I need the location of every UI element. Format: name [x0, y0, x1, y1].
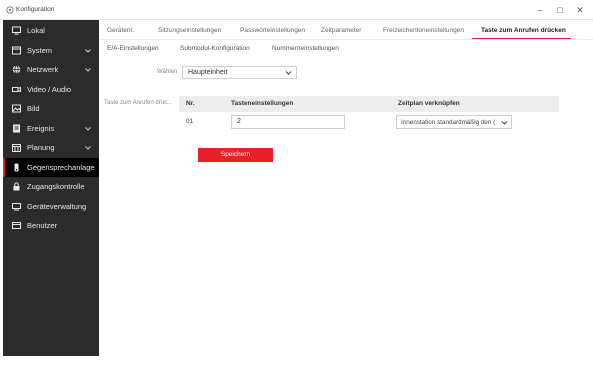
system-icon	[12, 46, 21, 55]
tab-passworteinstellungen[interactable]: Passworteinstellungen	[240, 27, 305, 34]
sidebar-item-label: Planung	[27, 143, 55, 153]
column-header-nr: Nr.	[186, 100, 195, 107]
schedule-select-value: Innenstation standardmäßig den (	[401, 119, 496, 126]
camera-icon	[12, 85, 21, 94]
sidebar-item-label: Video / Audio	[27, 84, 72, 94]
row-number: 01	[186, 118, 194, 125]
subtab-submodul-konfiguration[interactable]: Submodul-Konfiguration	[180, 45, 250, 52]
chevron-down-icon	[85, 48, 91, 53]
tab-zeitparameter[interactable]: Zeitparameter	[321, 27, 361, 34]
column-header-tasteneinstellungen: Tasteneinstellungen	[231, 100, 294, 107]
unit-select[interactable]: Haupteinheit	[182, 66, 297, 79]
subtab-nummerneinstellungen[interactable]: Nummerneinstellungen	[272, 45, 339, 52]
chevron-down-icon	[85, 68, 91, 72]
subtab-ea-einstellungen[interactable]: E/A-Einstellungen	[107, 45, 159, 52]
maximize-button[interactable]: □	[552, 3, 568, 17]
sidebar-item-system[interactable]: System	[3, 41, 99, 61]
save-button[interactable]: Speichern	[198, 148, 273, 162]
window-bottom-area	[0, 356, 593, 376]
chevron-down-icon	[285, 71, 292, 75]
sidebar-item-label: Zugangskontrolle	[27, 182, 85, 192]
sidebar-item-planung[interactable]: Planung	[3, 138, 99, 158]
sidebar-item-label: System	[27, 45, 53, 55]
intercom-icon	[12, 163, 21, 172]
table-header: Nr. Tasteneinstellungen Zeitplan verknüp…	[179, 96, 559, 112]
close-button[interactable]: ✕	[572, 3, 588, 17]
sidebar-item-label: Netzwerk	[27, 65, 59, 75]
title-bar: Konfiguration – □ ✕	[0, 0, 593, 20]
tab-taste-zum-anrufen-druecken[interactable]: Taste zum Anrufen drücken	[481, 27, 566, 34]
sidebar-item-geraeteverwaltung[interactable]: Geräteverwaltung	[3, 197, 99, 217]
sidebar-item-ereignis[interactable]: Ereignis	[3, 119, 99, 139]
calendar-icon	[12, 143, 21, 153]
sidebar-item-label: Gegensprechanlage	[27, 162, 95, 172]
chevron-down-icon	[85, 146, 91, 150]
tab-sitzungseinstellungen[interactable]: Sitzungseinstellungen	[158, 27, 221, 34]
tab-freizeichentoneinstellungen[interactable]: Freizeichentoneinstellungen	[383, 27, 464, 34]
event-icon	[12, 124, 21, 133]
sidebar-item-label: Geräteverwaltung	[27, 201, 87, 211]
monitor-icon	[12, 26, 21, 35]
schedule-select[interactable]: Innenstation standardmäßig den (	[396, 115, 512, 129]
sidebar-item-label: Ereignis	[27, 123, 55, 133]
select-label: Wählen	[157, 69, 178, 75]
chevron-down-icon	[501, 120, 508, 126]
section-label: Taste zum Anrufen drüc...	[104, 100, 173, 106]
device-icon	[12, 202, 21, 211]
tab-geraetenr[interactable]: Gerätenr.	[107, 27, 134, 34]
sidebar-item-lokal[interactable]: Lokal	[3, 21, 99, 41]
sidebar: Lokal System Netzwerk Video / Audio Bild	[3, 20, 99, 356]
key-setting-input[interactable]: 2	[231, 115, 345, 129]
image-icon	[12, 104, 21, 113]
column-header-zeitplan: Zeitplan verknüpfen	[398, 100, 460, 107]
user-icon	[12, 221, 21, 230]
window-title: Konfiguration	[16, 6, 55, 13]
chevron-down-icon	[85, 126, 91, 131]
sidebar-item-zugangskontrolle[interactable]: Zugangskontrolle	[3, 177, 99, 197]
minimize-button[interactable]: –	[532, 3, 548, 17]
lock-icon	[12, 182, 21, 191]
sidebar-item-label: Bild	[27, 104, 40, 114]
sidebar-item-benutzer[interactable]: Benutzer	[3, 216, 99, 236]
sidebar-item-label: Benutzer	[27, 221, 58, 231]
sidebar-item-video-audio[interactable]: Video / Audio	[3, 80, 99, 100]
globe-icon	[12, 65, 21, 74]
sidebar-item-bild[interactable]: Bild	[3, 99, 99, 119]
sidebar-item-netzwerk[interactable]: Netzwerk	[3, 60, 99, 80]
tab-divider	[99, 39, 593, 40]
sidebar-item-gegensprechanlage[interactable]: Gegensprechanlage	[3, 157, 99, 177]
unit-select-value: Haupteinheit	[188, 69, 228, 76]
sidebar-item-label: Lokal	[27, 26, 45, 36]
app-logo-icon	[6, 6, 14, 14]
